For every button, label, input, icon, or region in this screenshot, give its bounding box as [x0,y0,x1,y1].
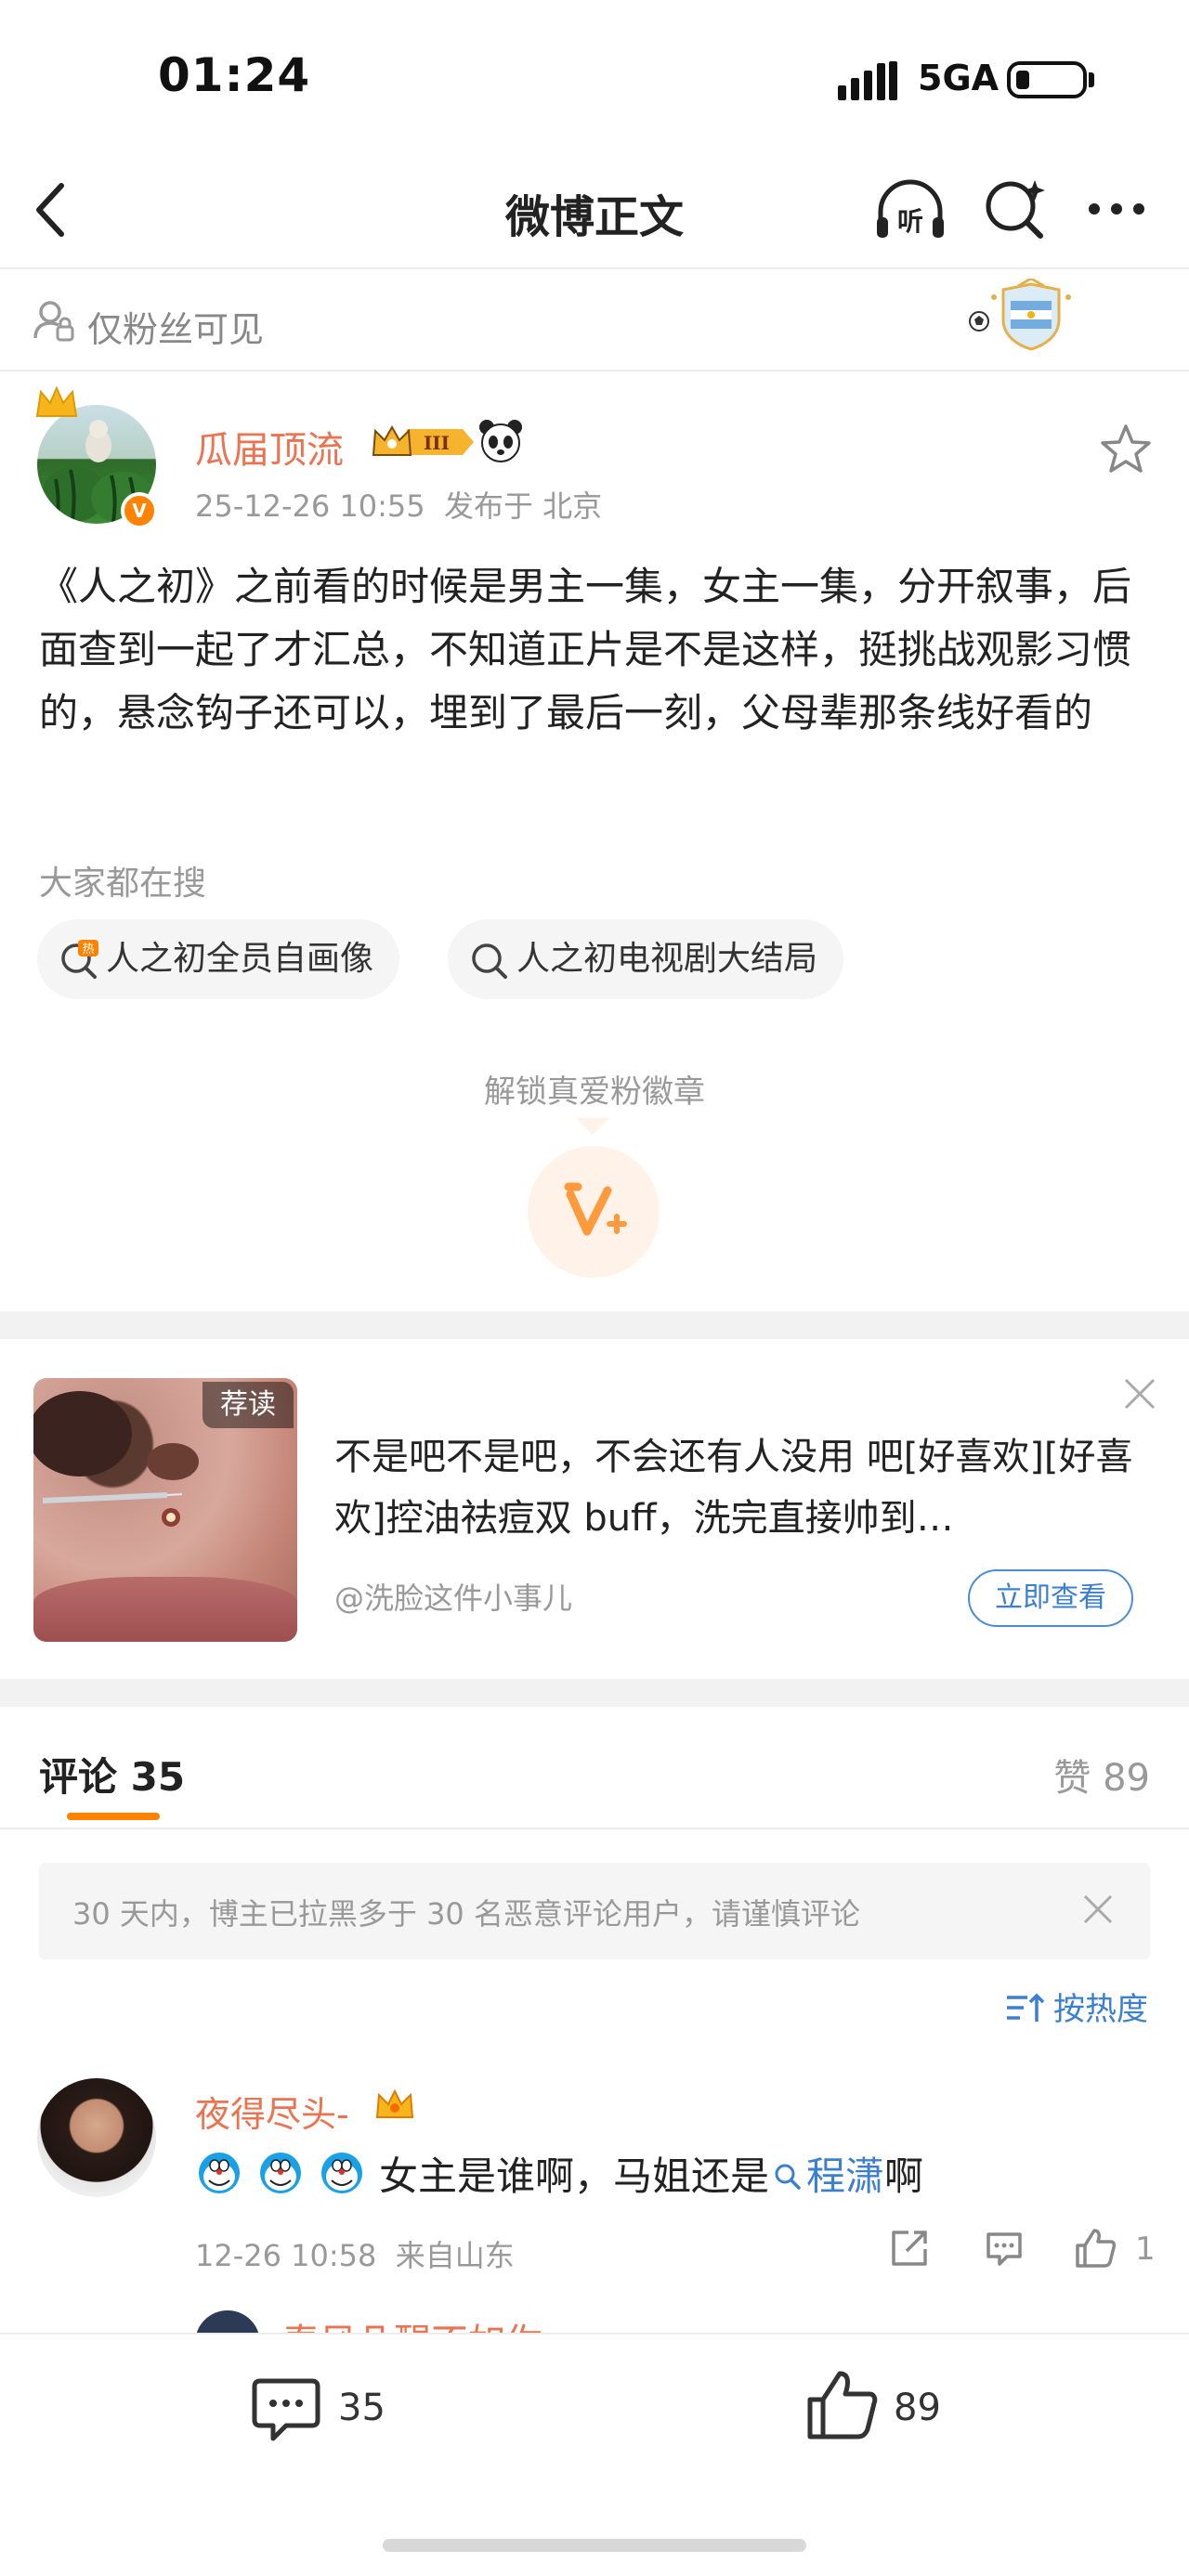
active-tab-indicator [67,1813,160,1820]
home-indicator [383,2539,806,2552]
svg-text:听: 听 [897,206,923,237]
doraemon-emoji-icon [260,2153,301,2193]
bottom-like-count[interactable]: 89 [894,2387,941,2429]
post-text: 《人之初》之前看的时候是男主一集，女主一集，分开叙事，后面查到一起了才汇总，不知… [39,564,1132,735]
ad-image-lips [33,1577,297,1642]
search-icon[interactable] [983,176,1048,241]
comment-meta: 12-26 10:58 来自山东 [195,2232,515,2275]
favorite-star-icon[interactable] [1100,423,1152,474]
comment-text-after: 啊 [884,2153,924,2199]
trending-chip[interactable]: 热 人之初全员自画像 [37,919,400,999]
verified-badge-icon: V [121,492,158,529]
tabs-divider [0,1828,1189,1829]
comment-text-before: 女主是谁啊，马姐还是 [379,2153,770,2199]
crown-icon [35,385,78,417]
comment-time: 12-26 10:58 [195,2238,377,2273]
vip-level-text: III [424,432,450,454]
author-name[interactable]: 瓜届顶流 [195,420,344,474]
like-icon[interactable] [804,2368,879,2442]
unlock-badge-button[interactable] [528,1146,660,1278]
more-icon[interactable] [1085,195,1148,223]
post-location: 发布于 北京 [443,488,603,524]
comment-link-text[interactable]: 程潇 [806,2153,884,2199]
tab-likes[interactable]: 赞 89 [1053,1748,1150,1802]
close-icon[interactable] [1122,1376,1157,1412]
view-now-button[interactable]: 立即查看 [968,1569,1133,1627]
trending-chip-label: 人之初电视剧大结局 [516,940,818,978]
section-gap [0,1311,1189,1339]
v-plus-icon [564,1182,627,1236]
comment-search-link[interactable]: 程潇 [769,2153,884,2199]
comment-text: 女主是谁啊，马姐还是 程潇啊 [379,2145,923,2202]
like-icon[interactable] [1074,2227,1117,2270]
commenter-name[interactable]: 夜得尽头- [195,2086,349,2137]
signal-icon [838,61,897,100]
status-time: 01:24 [158,48,311,102]
comment-icon[interactable] [251,2375,321,2444]
sort-by-hot-button[interactable]: 按热度 [1005,1984,1148,2029]
crown-badge-icon [375,2088,414,2118]
block-notice-text: 30 天内，博主已拉黑多于 30 名恶意评论用户，请谨慎评论 [72,1896,860,1932]
doraemon-emoji-icon [199,2153,240,2193]
search-icon [472,943,507,979]
trending-label: 大家都在搜 [39,865,207,903]
unlock-badge-label: 解锁真爱粉徽章 [484,1073,705,1111]
ad-text[interactable]: 不是吧不是吧，不会还有人没用 吧[好喜欢][好喜欢]控油祛痘双 buff，洗完直… [334,1426,1133,1549]
sort-label: 按热度 [1053,1991,1148,2028]
network-type: 5GA [918,58,1000,98]
hot-mark: 热 [82,943,94,956]
bottom-comment-count[interactable]: 35 [338,2387,385,2429]
doraemon-emoji-icon [321,2153,362,2193]
section-gap [0,1679,1189,1707]
nav-divider [0,267,1189,269]
post-time: 25-12-26 10:55 [195,488,425,524]
visibility-divider [0,370,1189,371]
close-icon[interactable] [1079,1891,1117,1928]
recommended-tag: 荐读 [203,1382,294,1428]
listen-icon[interactable]: 听 [873,176,947,243]
tab-comments[interactable]: 评论 35 [39,1746,185,1802]
sort-icon [1007,1993,1045,2022]
share-icon[interactable] [888,2227,931,2270]
comment-like-count: 1 [1135,2231,1156,2268]
panda-icon [479,420,522,462]
lock-person-icon [33,301,74,342]
search-icon [775,2164,801,2190]
commenter-avatar[interactable] [37,2078,156,2197]
pointer-arrow [576,1118,609,1135]
block-notice: 30 天内，博主已拉黑多于 30 名恶意评论用户，请谨慎评论 [39,1863,1150,1959]
post-meta: 25-12-26 10:55 发布于 北京 [195,483,602,526]
fans-only-label: 仅粉丝可见 [87,309,265,350]
vip-level-badge-icon: III [372,424,474,456]
comment-location: 来自山东 [395,2238,515,2273]
trending-chip[interactable]: 人之初电视剧大结局 [448,919,844,999]
trending-chip-label: 人之初全员自画像 [106,940,374,978]
football-badge-icon [969,279,1071,351]
ad-author[interactable]: @洗脸这件小事儿 [334,1575,572,1618]
hot-search-icon: 热 [61,940,98,979]
battery-icon [1007,61,1087,98]
reply-icon[interactable] [983,2227,1026,2270]
battery-cap [1089,72,1094,87]
